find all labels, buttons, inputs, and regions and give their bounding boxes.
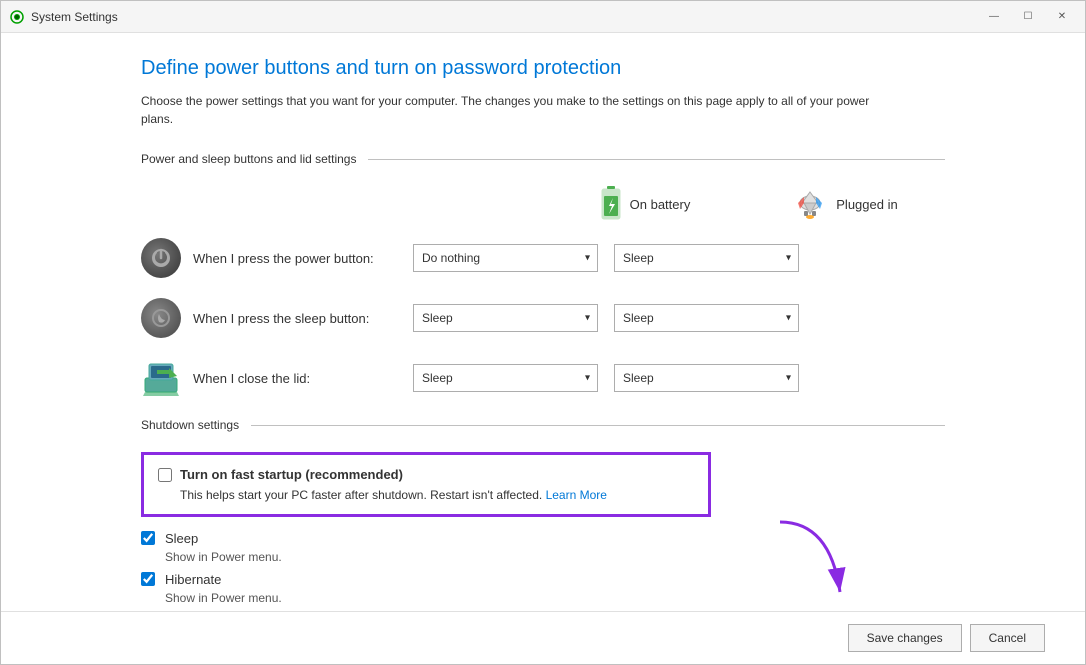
main-content: Define power buttons and turn on passwor…	[1, 33, 1085, 611]
power-button-icon	[141, 238, 181, 278]
hibernate-sublabel: Show in Power menu.	[165, 591, 945, 605]
sleep-item: Sleep	[141, 531, 945, 546]
learn-more-link[interactable]: Learn More	[546, 488, 607, 502]
app-icon	[9, 9, 25, 25]
main-window: System Settings — ☐ ✕ Define power butto…	[0, 0, 1086, 665]
power-battery-dropdown-wrapper: Do nothing Sleep Hibernate Shut down Tur…	[413, 244, 598, 272]
lid-icon	[141, 358, 181, 398]
lid-dropdowns: Sleep Do nothing Hibernate Shut down ▾ S…	[413, 364, 799, 392]
page-description: Choose the power settings that you want …	[141, 92, 891, 128]
sleep-sublabel: Show in Power menu.	[165, 550, 945, 564]
maximize-button[interactable]: ☐	[1013, 7, 1043, 27]
lid-label: When I close the lid:	[193, 371, 413, 386]
power-battery-dropdown[interactable]: Do nothing Sleep Hibernate Shut down Tur…	[413, 244, 598, 272]
sleep-checkbox[interactable]	[141, 531, 155, 545]
footer: Save changes Cancel	[1, 611, 1085, 664]
shutdown-section: Turn on fast startup (recommended) This …	[141, 452, 945, 611]
hibernate-item: Hibernate	[141, 572, 945, 587]
battery-col-label: On battery	[630, 197, 691, 212]
sleep-label: Sleep	[165, 531, 198, 546]
sleep-plugged-dropdown[interactable]: Sleep Do nothing Hibernate Shut down	[614, 304, 799, 332]
window-controls: — ☐ ✕	[979, 7, 1077, 27]
fast-startup-checkbox[interactable]	[158, 468, 172, 482]
section1-line	[368, 159, 945, 160]
sleep-button-label: When I press the sleep button:	[193, 311, 413, 326]
lid-plugged-dropdown[interactable]: Sleep Do nothing Hibernate Shut down	[614, 364, 799, 392]
titlebar: System Settings — ☐ ✕	[1, 1, 1085, 33]
fast-startup-label: Turn on fast startup (recommended)	[180, 467, 403, 482]
lid-battery-dropdown[interactable]: Sleep Do nothing Hibernate Shut down	[413, 364, 598, 392]
section1-divider: Power and sleep buttons and lid settings	[141, 152, 945, 166]
cancel-button[interactable]: Cancel	[970, 624, 1045, 652]
column-headers: On battery Plugged in	[141, 186, 945, 222]
sleep-battery-dropdown-wrapper: Sleep Do nothing Hibernate Shut down ▾	[413, 304, 598, 332]
section2-line	[251, 425, 945, 426]
plugged-col-header: Plugged in	[745, 189, 945, 219]
sleep-button-dropdowns: Sleep Do nothing Hibernate Shut down ▾ S…	[413, 304, 799, 332]
power-button-row: When I press the power button: Do nothin…	[141, 238, 945, 278]
save-changes-button[interactable]: Save changes	[848, 624, 962, 652]
sleep-button-icon	[141, 298, 181, 338]
plugged-icon	[792, 189, 828, 219]
battery-icon	[600, 186, 622, 222]
power-plugged-dropdown-wrapper: Sleep Do nothing Hibernate Shut down ▾	[614, 244, 799, 272]
section2-label: Shutdown settings	[141, 418, 239, 432]
window-title: System Settings	[31, 10, 118, 24]
sleep-battery-dropdown[interactable]: Sleep Do nothing Hibernate Shut down	[413, 304, 598, 332]
titlebar-left: System Settings	[9, 9, 118, 25]
minimize-button[interactable]: —	[979, 7, 1009, 27]
power-plugged-dropdown[interactable]: Sleep Do nothing Hibernate Shut down	[614, 244, 799, 272]
power-button-label: When I press the power button:	[193, 251, 413, 266]
page-title: Define power buttons and turn on passwor…	[141, 57, 945, 80]
lid-plugged-dropdown-wrapper: Sleep Do nothing Hibernate Shut down ▾	[614, 364, 799, 392]
section1-label: Power and sleep buttons and lid settings	[141, 152, 356, 166]
plugged-col-label: Plugged in	[836, 197, 897, 212]
hibernate-label: Hibernate	[165, 572, 221, 587]
sleep-button-row: When I press the sleep button: Sleep Do …	[141, 298, 945, 338]
fast-startup-row: Turn on fast startup (recommended)	[158, 467, 694, 482]
power-button-dropdowns: Do nothing Sleep Hibernate Shut down Tur…	[413, 244, 799, 272]
battery-col-header: On battery	[545, 186, 745, 222]
sleep-plugged-dropdown-wrapper: Sleep Do nothing Hibernate Shut down ▾	[614, 304, 799, 332]
lid-row: When I close the lid: Sleep Do nothing H…	[141, 358, 945, 398]
fast-startup-description: This helps start your PC faster after sh…	[180, 488, 694, 502]
lid-battery-dropdown-wrapper: Sleep Do nothing Hibernate Shut down ▾	[413, 364, 598, 392]
fast-startup-container: Turn on fast startup (recommended) This …	[141, 452, 711, 517]
close-button[interactable]: ✕	[1047, 7, 1077, 27]
section2-divider: Shutdown settings	[141, 418, 945, 432]
hibernate-checkbox[interactable]	[141, 572, 155, 586]
